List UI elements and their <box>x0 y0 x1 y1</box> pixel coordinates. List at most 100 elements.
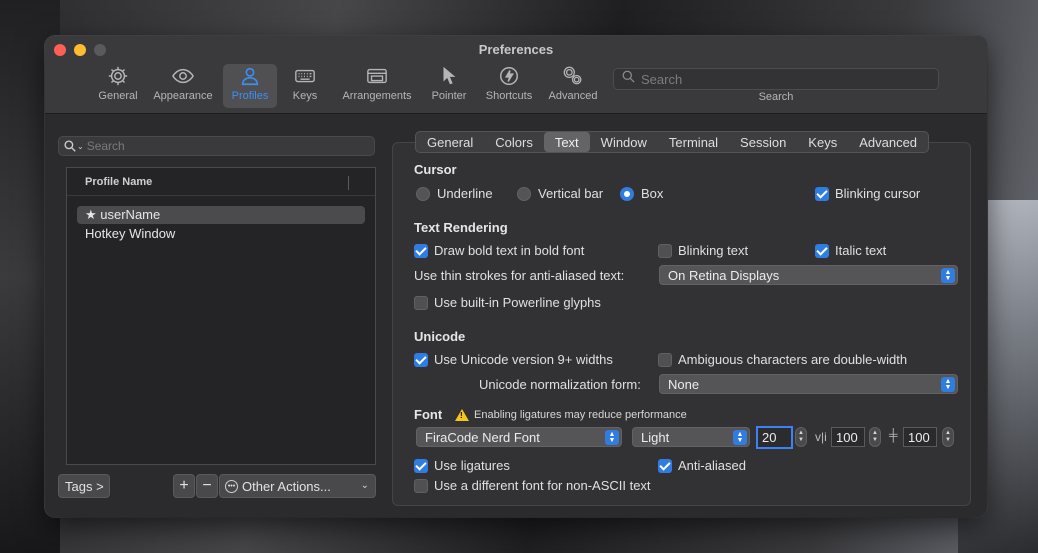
tab-terminal[interactable]: Terminal <box>658 132 729 152</box>
tab-general[interactable]: General <box>416 132 484 152</box>
search-label: Search <box>758 91 794 103</box>
toolbar-arrangements[interactable]: Arrangements <box>337 64 417 108</box>
checkbox-label: Blinking text <box>678 243 749 258</box>
checkbox-indicator <box>414 295 428 310</box>
vertical-spacing-field[interactable]: 100 <box>903 427 937 447</box>
tab-text[interactable]: Text <box>543 132 590 152</box>
powerline-glyphs-checkbox[interactable]: Use built-in Powerline glyphs <box>414 295 601 310</box>
tab-advanced[interactable]: Advanced <box>848 132 928 152</box>
popup-value: On Retina Displays <box>668 267 780 283</box>
other-actions-label: Other Actions... <box>242 478 331 494</box>
other-actions-button[interactable]: ••• Other Actions... ⌄ <box>219 474 376 498</box>
ambiguous-width-checkbox[interactable]: Ambiguous characters are double-width <box>658 352 907 367</box>
font-size-field[interactable]: 20 <box>756 426 793 449</box>
chevron-down-icon: ⌄ <box>360 480 369 491</box>
search-icon <box>622 70 635 88</box>
toolbar-keys[interactable]: Keys <box>285 64 325 108</box>
normalization-label: Unicode normalization form: <box>479 377 641 392</box>
cursor-box-radio[interactable]: Box <box>620 186 663 201</box>
thin-strokes-popup[interactable]: On Retina Displays ▲ ▼ <box>659 265 958 285</box>
profile-row-hotkey-window[interactable]: Hotkey Window <box>67 224 375 242</box>
checkbox-indicator <box>414 243 428 258</box>
profile-search-field[interactable]: ⌄ Search <box>58 136 375 156</box>
vertical-spacing-stepper[interactable]: ▲ ▼ <box>942 427 954 447</box>
anti-aliased-checkbox[interactable]: Anti-aliased <box>658 458 746 473</box>
horizontal-spacing-stepper[interactable]: ▲ ▼ <box>869 427 881 447</box>
bold-font-checkbox[interactable]: Draw bold text in bold font <box>414 243 584 258</box>
tab-window[interactable]: Window <box>590 132 658 152</box>
toolbar-pointer[interactable]: Pointer <box>427 64 471 108</box>
ellipsis-circle-icon: ••• <box>225 479 238 493</box>
toolbar-shortcuts[interactable]: Shortcuts <box>479 64 539 108</box>
gear-icon <box>107 64 129 88</box>
normalization-popup[interactable]: None ▲ ▼ <box>659 374 958 394</box>
warning-icon: ! <box>455 409 469 421</box>
checkbox-label: Draw bold text in bold font <box>434 243 585 258</box>
radio-label: Vertical bar <box>538 186 604 201</box>
chevron-up-down-icon: ▲ ▼ <box>733 430 747 445</box>
remove-profile-button[interactable]: − <box>196 474 218 498</box>
font-family-popup[interactable]: FiraCode Nerd Font ▲ ▼ <box>416 427 622 447</box>
chevron-up-down-icon: ▲ ▼ <box>941 377 955 392</box>
toolbar-label: Shortcuts <box>485 90 533 102</box>
blinking-text-checkbox[interactable]: Blinking text <box>658 243 748 258</box>
ligatures-checkbox[interactable]: Use ligatures <box>414 458 510 473</box>
toolbar-profiles[interactable]: Profiles <box>223 64 277 108</box>
checkbox-indicator <box>658 458 672 473</box>
non-ascii-font-checkbox[interactable]: Use a different font for non-ASCII text <box>414 478 651 493</box>
tab-keys[interactable]: Keys <box>797 132 848 152</box>
radio-label: Box <box>641 186 664 201</box>
cursor-vertical-bar-radio[interactable]: Vertical bar <box>517 186 603 201</box>
checkbox-label: Use built-in Powerline glyphs <box>434 295 601 310</box>
checkbox-label: Italic text <box>835 243 887 258</box>
tab-colors[interactable]: Colors <box>484 132 544 152</box>
preferences-search-field[interactable]: Search <box>613 68 939 90</box>
add-profile-button[interactable]: + <box>173 474 195 498</box>
blinking-cursor-checkbox[interactable]: Blinking cursor <box>815 186 920 201</box>
checkbox-label: Ambiguous characters are double-width <box>678 352 908 367</box>
radio-indicator <box>416 186 430 201</box>
keyboard-icon <box>294 64 316 88</box>
radio-label: Underline <box>437 186 493 201</box>
windows-icon <box>366 64 388 88</box>
toolbar-general[interactable]: General <box>95 64 141 108</box>
font-weight-popup[interactable]: Light ▲ ▼ <box>632 427 750 447</box>
checkbox-indicator <box>414 478 428 493</box>
toolbar-label: Arrangements <box>342 90 412 102</box>
search-placeholder: Search <box>86 139 125 153</box>
radio-indicator <box>517 186 531 201</box>
chevron-up-down-icon: ▲ ▼ <box>605 430 619 445</box>
toolbar-appearance[interactable]: Appearance <box>149 64 217 108</box>
cursor-underline-radio[interactable]: Underline <box>416 186 493 201</box>
toolbar-advanced[interactable]: Advanced <box>543 64 603 108</box>
profile-row-username[interactable]: ★ userName <box>77 206 365 224</box>
window-title: Preferences <box>478 42 554 57</box>
eye-icon <box>172 64 194 88</box>
checkbox-indicator <box>414 352 428 367</box>
titlebar: Preferences General Appearance Profiles … <box>45 36 987 114</box>
checkbox-label: Use Unicode version 9+ widths <box>434 352 613 367</box>
popup-value: Light <box>641 429 670 445</box>
horizontal-spacing-field[interactable]: 100 <box>831 427 865 447</box>
checkbox-indicator <box>815 243 829 258</box>
tags-button[interactable]: Tags > <box>58 474 110 498</box>
cursor-heading: Cursor <box>414 162 457 177</box>
thin-strokes-label: Use thin strokes for anti-aliased text: <box>414 268 625 283</box>
profile-name-column-header[interactable]: Profile Name <box>67 168 375 196</box>
horizontal-spacing-icon: v|i <box>815 430 827 444</box>
unicode-version-checkbox[interactable]: Use Unicode version 9+ widths <box>414 352 613 367</box>
toolbar-label: Keys <box>292 90 318 102</box>
italic-text-checkbox[interactable]: Italic text <box>815 243 886 258</box>
chevron-up-down-icon: ▲ ▼ <box>941 268 955 283</box>
profile-list: Profile Name ★ userName Hotkey Window <box>66 167 376 465</box>
checkbox-indicator <box>815 186 829 201</box>
font-size-stepper[interactable]: ▲ ▼ <box>795 427 807 447</box>
search-icon: ⌄ <box>64 140 84 152</box>
tab-session[interactable]: Session <box>729 132 797 152</box>
toolbar-label: Appearance <box>153 90 213 102</box>
profile-tabs: General Colors Text Window Terminal Sess… <box>415 131 930 153</box>
vertical-spacing-icon: ╪ <box>889 428 898 442</box>
bolt-icon <box>498 64 520 88</box>
preferences-window: Preferences General Appearance Profiles … <box>45 36 987 517</box>
popup-value: None <box>668 376 700 392</box>
